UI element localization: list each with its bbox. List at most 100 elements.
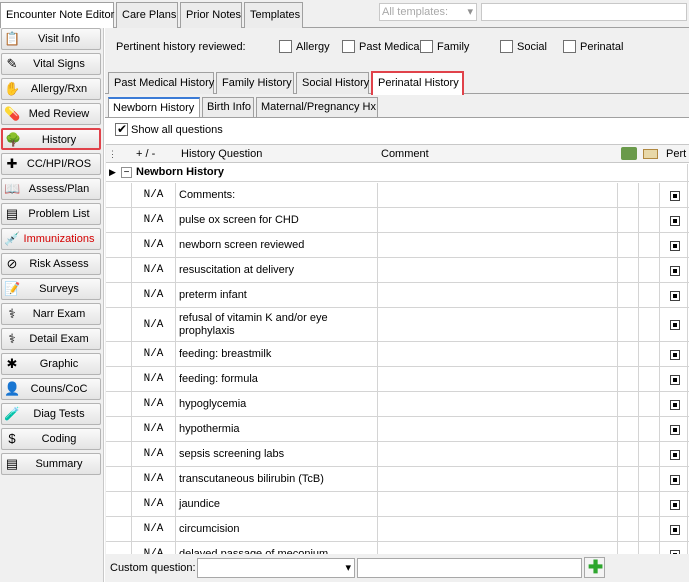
show-all-checkbox[interactable]: ✔: [115, 122, 128, 136]
table-row[interactable]: N/A circumcision: [106, 517, 689, 542]
row-pert-cell[interactable]: [660, 183, 687, 207]
row-value[interactable]: N/A: [132, 233, 176, 257]
tab-templates[interactable]: Templates: [244, 2, 303, 28]
row-value[interactable]: N/A: [132, 342, 176, 366]
pert-checkbox[interactable]: [670, 549, 680, 554]
row-pert-cell[interactable]: [660, 542, 687, 554]
tab-past-medical-history[interactable]: Past Medical History: [108, 72, 214, 94]
table-row[interactable]: N/A transcutaneous bilirubin (TcB): [106, 467, 689, 492]
row-value[interactable]: N/A: [132, 183, 176, 207]
group-row[interactable]: ▶ − Newborn History: [106, 164, 689, 182]
row-comment[interactable]: [378, 392, 618, 416]
row-value[interactable]: N/A: [132, 258, 176, 282]
row-comment[interactable]: [378, 542, 618, 554]
row-pert-cell[interactable]: [660, 392, 687, 416]
pertinent-checkbox-allergy[interactable]: [279, 40, 292, 53]
table-row[interactable]: N/A Comments:: [106, 183, 689, 208]
envelope-icon[interactable]: [643, 149, 658, 159]
add-question-button[interactable]: ✚: [584, 557, 605, 578]
row-comment[interactable]: [378, 517, 618, 541]
table-row[interactable]: N/A hypoglycemia: [106, 392, 689, 417]
tab-social-history[interactable]: Social History: [296, 72, 369, 94]
table-row[interactable]: N/A sepsis screening labs: [106, 442, 689, 467]
tab-perinatal-history[interactable]: Perinatal History: [371, 71, 464, 95]
subtab-maternal-pregnancy-hx[interactable]: Maternal/Pregnancy Hx: [256, 97, 378, 117]
collapse-icon[interactable]: −: [121, 167, 132, 178]
pert-checkbox[interactable]: [670, 449, 680, 460]
pert-checkbox[interactable]: [670, 399, 680, 410]
row-value[interactable]: N/A: [132, 517, 176, 541]
row-comment[interactable]: [378, 183, 618, 207]
table-row[interactable]: N/A jaundice: [106, 492, 689, 517]
nav-button-med-review[interactable]: 💊 Med Review: [1, 103, 101, 125]
row-value[interactable]: N/A: [132, 392, 176, 416]
row-pert-cell[interactable]: [660, 467, 687, 491]
pertinent-checkbox-perinatal[interactable]: [563, 40, 576, 53]
row-comment[interactable]: [378, 258, 618, 282]
pert-checkbox[interactable]: [670, 265, 680, 276]
row-comment[interactable]: [378, 417, 618, 441]
subtab-newborn-history[interactable]: Newborn History: [108, 97, 200, 117]
row-comment[interactable]: [378, 467, 618, 491]
row-value[interactable]: N/A: [132, 283, 176, 307]
nav-button-detail-exam[interactable]: ⚕ Detail Exam: [1, 328, 101, 350]
table-row[interactable]: N/A pulse ox screen for CHD: [106, 208, 689, 233]
nav-button-immunizations[interactable]: 💉 Immunizations: [1, 228, 101, 250]
pert-checkbox[interactable]: [670, 290, 680, 301]
nav-button-surveys[interactable]: 📝 Surveys: [1, 278, 101, 300]
pertinent-checkbox-past-medical[interactable]: [342, 40, 355, 53]
row-value[interactable]: N/A: [132, 208, 176, 232]
pert-checkbox[interactable]: [670, 374, 680, 385]
row-comment[interactable]: [378, 342, 618, 366]
pertinent-checkbox-social[interactable]: [500, 40, 513, 53]
row-pert-cell[interactable]: [660, 208, 687, 232]
pert-checkbox[interactable]: [670, 190, 680, 201]
nav-button-diag-tests[interactable]: 🧪 Diag Tests: [1, 403, 101, 425]
nav-button-counseling[interactable]: 👤 Couns/CoC: [1, 378, 101, 400]
row-pert-cell[interactable]: [660, 517, 687, 541]
pertinent-checkbox-family[interactable]: [420, 40, 433, 53]
tab-encounter-note-editor[interactable]: Encounter Note Editor: [0, 2, 114, 29]
tab-family-history[interactable]: Family History: [216, 72, 294, 94]
row-value[interactable]: N/A: [132, 367, 176, 391]
custom-question-input[interactable]: [357, 558, 582, 578]
nav-button-narr-exam[interactable]: ⚕ Narr Exam: [1, 303, 101, 325]
pert-checkbox[interactable]: [670, 474, 680, 485]
nav-button-history[interactable]: 🌳 History: [1, 128, 101, 150]
notes-icon[interactable]: [621, 147, 637, 160]
pert-checkbox[interactable]: [670, 349, 680, 360]
nav-button-vital-signs[interactable]: ✎ Vital Signs: [1, 53, 101, 75]
pert-checkbox[interactable]: [670, 524, 680, 535]
nav-button-visit-info[interactable]: 📋 Visit Info: [1, 28, 101, 50]
custom-question-select[interactable]: ▾: [197, 558, 355, 578]
row-value[interactable]: N/A: [132, 442, 176, 466]
row-value[interactable]: N/A: [132, 467, 176, 491]
row-pert-cell[interactable]: [660, 367, 687, 391]
row-comment[interactable]: [378, 233, 618, 257]
subtab-birth-info[interactable]: Birth Info: [202, 97, 254, 117]
row-comment[interactable]: [378, 283, 618, 307]
table-row[interactable]: N/A hypothermia: [106, 417, 689, 442]
pert-checkbox[interactable]: [670, 424, 680, 435]
pert-checkbox[interactable]: [670, 320, 680, 330]
nav-button-allergy[interactable]: ✋ Allergy/Rxn: [1, 78, 101, 100]
nav-button-graphic[interactable]: ✱ Graphic: [1, 353, 101, 375]
table-row[interactable]: N/A preterm infant: [106, 283, 689, 308]
row-value[interactable]: N/A: [132, 308, 176, 341]
pert-checkbox[interactable]: [670, 499, 680, 510]
table-row[interactable]: N/A newborn screen reviewed: [106, 233, 689, 258]
table-row[interactable]: N/A feeding: breastmilk: [106, 342, 689, 367]
row-comment[interactable]: [378, 442, 618, 466]
row-value[interactable]: N/A: [132, 492, 176, 516]
row-comment[interactable]: [378, 492, 618, 516]
templates-combo[interactable]: All templates: ▾: [379, 3, 477, 21]
row-value[interactable]: N/A: [132, 417, 176, 441]
pert-checkbox[interactable]: [670, 240, 680, 251]
nav-button-cc-hpi-ros[interactable]: ✚ CC/HPI/ROS: [1, 153, 101, 175]
row-comment[interactable]: [378, 308, 618, 341]
nav-button-problem-list[interactable]: ▤ Problem List: [1, 203, 101, 225]
templates-search-input[interactable]: [481, 3, 687, 21]
row-pert-cell[interactable]: [660, 258, 687, 282]
tab-care-plans[interactable]: Care Plans: [116, 2, 178, 28]
table-row[interactable]: N/A refusal of vitamin K and/or eye proph…: [106, 308, 689, 342]
